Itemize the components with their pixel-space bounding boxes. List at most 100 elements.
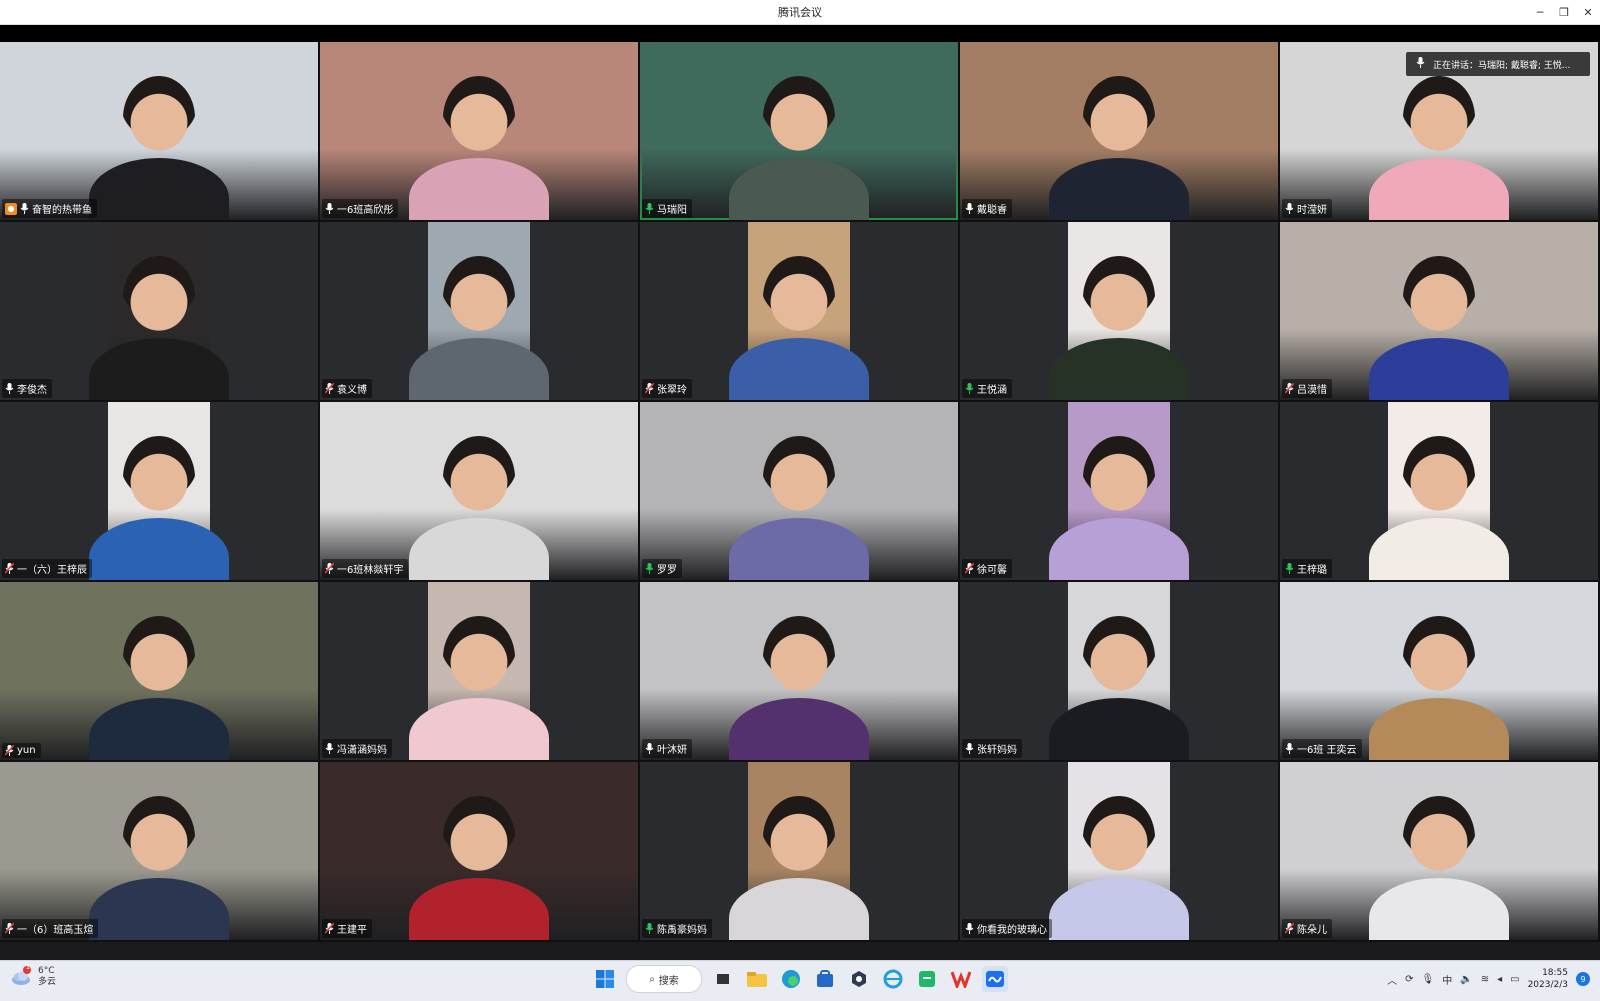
participant-name-tag: 陈朵儿 xyxy=(1282,919,1332,938)
participant-tile[interactable]: 王建平 xyxy=(320,762,638,940)
participant-figure-head xyxy=(443,436,515,520)
participant-figure-body xyxy=(1369,878,1509,940)
microphone-icon xyxy=(965,383,974,394)
participant-tile[interactable]: 张轩妈妈 xyxy=(960,582,1278,760)
participant-video xyxy=(320,402,638,580)
participant-video xyxy=(1049,582,1189,760)
top-band xyxy=(0,25,1600,42)
clock-date: 2023/2/3 xyxy=(1527,980,1568,990)
taskbar-search[interactable]: ⌕ 搜索 xyxy=(626,965,702,993)
wps-button[interactable] xyxy=(948,966,974,992)
participant-figure-body xyxy=(409,698,549,760)
windows-logo-icon xyxy=(596,970,614,988)
participant-video xyxy=(89,222,229,400)
participant-tile[interactable]: 陈禹豪妈妈 xyxy=(640,762,958,940)
microphone-icon xyxy=(5,383,14,394)
speaker-icon[interactable]: ◂ xyxy=(1497,974,1502,985)
participant-video xyxy=(1049,402,1189,580)
chevron-up-icon[interactable]: ︿ xyxy=(1387,972,1397,987)
participant-name: 王悦涵 xyxy=(977,385,1007,396)
app-hexagon-button[interactable] xyxy=(846,966,872,992)
green-app-button[interactable] xyxy=(914,966,940,992)
participant-name: 王梓璐 xyxy=(1297,565,1327,576)
participant-video xyxy=(320,762,638,940)
participant-video xyxy=(409,582,549,760)
minimize-button[interactable]: ─ xyxy=(1528,0,1552,24)
participant-figure-head xyxy=(443,256,515,340)
participant-tile[interactable]: 叶沐妍 xyxy=(640,582,958,760)
battery-icon[interactable]: ▭ xyxy=(1510,974,1519,985)
file-explorer-button[interactable] xyxy=(744,966,770,992)
participant-name: 徐可馨 xyxy=(977,565,1007,576)
notification-badge[interactable]: 9 xyxy=(1576,972,1590,986)
edge-browser-button[interactable] xyxy=(778,966,804,992)
task-view-button[interactable] xyxy=(710,966,736,992)
participant-tile[interactable]: 陈朵儿 xyxy=(1280,762,1598,940)
sync-icon[interactable]: ⟳ xyxy=(1405,974,1413,985)
participant-video xyxy=(320,42,638,220)
participant-video xyxy=(640,582,958,760)
participant-tile[interactable]: 王悦涵 xyxy=(960,222,1278,400)
participant-name-tag: 罗罗 xyxy=(642,559,682,578)
participant-figure-body xyxy=(89,338,229,400)
participant-figure-body xyxy=(89,878,229,940)
participant-tile[interactable]: 一6班林燚轩宇 xyxy=(320,402,638,580)
restore-button[interactable]: ❐ xyxy=(1552,0,1576,24)
participant-figure-body xyxy=(1049,518,1189,580)
wifi-icon[interactable]: ≋ xyxy=(1481,974,1489,985)
participant-name: yun xyxy=(17,745,36,756)
participant-tile[interactable]: 时滢妍 正在讲话：马瑞阳; 戴聪睿; 王悦... xyxy=(1280,42,1598,220)
ime-indicator[interactable]: 中 xyxy=(1442,972,1452,987)
participant-name: 冯潇涵妈妈 xyxy=(337,745,387,756)
participant-tile[interactable]: 一（6）班高玉煊 xyxy=(0,762,318,940)
microphone-icon xyxy=(965,743,974,754)
start-button[interactable] xyxy=(592,966,618,992)
participant-tile[interactable]: 你看我的玻璃心 xyxy=(960,762,1278,940)
participant-name-tag: ● 奋智的热带鱼 xyxy=(2,199,97,218)
clock[interactable]: 18:55 2023/2/3 xyxy=(1528,967,1568,991)
participant-tile[interactable]: 一6班高欣彤 xyxy=(320,42,638,220)
participant-figure-head xyxy=(1403,256,1475,340)
participant-tile[interactable]: 吕漠惜 xyxy=(1280,222,1598,400)
participant-tile[interactable]: 罗罗 xyxy=(640,402,958,580)
participant-name: 一6班高欣彤 xyxy=(337,205,394,216)
close-button[interactable]: ✕ xyxy=(1576,0,1600,24)
participant-tile[interactable]: 张翠玲 xyxy=(640,222,958,400)
microphone-icon xyxy=(645,563,654,574)
mic-muted-icon xyxy=(4,744,15,756)
microphone-icon xyxy=(1285,203,1294,214)
microphone-icon xyxy=(1416,57,1425,71)
participant-tile[interactable]: 戴聪睿 xyxy=(960,42,1278,220)
participant-tile[interactable]: 冯潇涵妈妈 xyxy=(320,582,638,760)
participant-figure-body xyxy=(729,338,869,400)
participant-tile[interactable]: 李俊杰 xyxy=(0,222,318,400)
participant-tile[interactable]: ● 奋智的热带鱼 xyxy=(0,42,318,220)
participant-tile[interactable]: 一6班 王奕云 xyxy=(1280,582,1598,760)
video-grid: ● 奋智的热带鱼 一6班高欣彤 马瑞阳 戴聪睿 时滢妍 正在讲话：马瑞阳; 戴聪睿; 王悦.… xyxy=(0,42,1600,942)
participant-tile[interactable]: yun xyxy=(0,582,318,760)
weather-widget[interactable]: 1 6°C 多云 xyxy=(10,963,56,988)
participant-tile[interactable]: 袁义博 xyxy=(320,222,638,400)
participant-tile[interactable]: 徐可馨 xyxy=(960,402,1278,580)
microphone-icon xyxy=(325,743,334,754)
participant-name: 时滢妍 xyxy=(1297,205,1327,216)
participant-figure-head xyxy=(443,796,515,880)
participant-figure-body xyxy=(1049,338,1189,400)
participant-figure-head xyxy=(763,616,835,700)
tencent-meeting-button[interactable] xyxy=(982,966,1008,992)
participant-tile[interactable]: 一（六）王梓辰 xyxy=(0,402,318,580)
volume-icon[interactable]: 🔈 xyxy=(1460,974,1472,985)
participant-video xyxy=(0,42,318,220)
microphone-tray-icon[interactable]: 🎙 xyxy=(1422,974,1435,985)
participant-video xyxy=(1049,222,1189,400)
participant-video xyxy=(1280,582,1598,760)
participant-figure-head xyxy=(123,796,195,880)
participant-tile[interactable]: 马瑞阳 xyxy=(640,42,958,220)
participant-name-tag: 冯潇涵妈妈 xyxy=(322,739,392,758)
wps-icon xyxy=(951,971,971,988)
ie-button[interactable] xyxy=(880,966,906,992)
participant-video xyxy=(729,762,869,940)
store-button[interactable] xyxy=(812,966,838,992)
participant-name: 叶沐妍 xyxy=(657,745,687,756)
participant-tile[interactable]: 王梓璐 xyxy=(1280,402,1598,580)
